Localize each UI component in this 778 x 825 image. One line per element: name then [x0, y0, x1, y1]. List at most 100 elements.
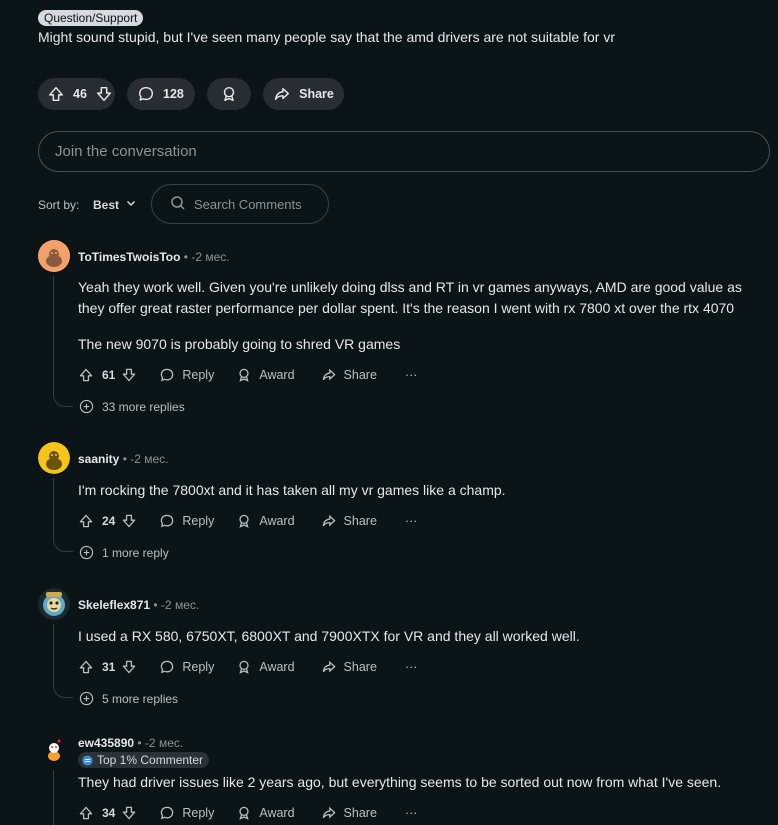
upvote-icon[interactable]: [78, 805, 94, 821]
downvote-icon[interactable]: [121, 367, 137, 383]
comment-icon: [161, 660, 174, 674]
avatar[interactable]: [38, 442, 70, 474]
share-button[interactable]: Share: [321, 513, 377, 529]
comment-score: 24: [102, 514, 116, 528]
share-button[interactable]: Share: [321, 367, 377, 383]
downvote-icon[interactable]: [121, 659, 137, 675]
reply-button[interactable]: Reply: [159, 513, 214, 529]
share-label: Share: [343, 806, 377, 820]
more-options-icon[interactable]: ···: [405, 806, 418, 820]
thread-hook: [53, 540, 73, 552]
award-button[interactable]: Award: [236, 367, 295, 383]
award-icon: [239, 368, 249, 382]
reply-button[interactable]: Reply: [159, 805, 214, 821]
avatar[interactable]: [38, 240, 70, 272]
comment-actions: 61 Reply Award Share ···: [78, 365, 417, 385]
comment-icon: [161, 514, 174, 528]
reply-label: Reply: [182, 368, 215, 382]
comment-author[interactable]: saanity: [78, 452, 119, 466]
more-replies-link[interactable]: 5 more replies: [79, 691, 178, 706]
share-button[interactable]: Share: [321, 659, 377, 675]
top-commenter-badge: Top 1% Commenter: [78, 752, 210, 768]
plus-circle-icon: [79, 399, 94, 414]
comment-score: 34: [102, 806, 116, 820]
badge-label: Top 1% Commenter: [97, 753, 204, 767]
thread-line: [53, 770, 54, 825]
comment-author[interactable]: Skeleflex871: [78, 598, 150, 612]
avatar[interactable]: [38, 588, 70, 620]
more-replies-label: 33 more replies: [102, 399, 185, 414]
share-label: Share: [343, 660, 377, 674]
reply-button[interactable]: Reply: [159, 659, 214, 675]
join-conversation-input[interactable]: Join the conversation: [38, 131, 770, 172]
post-flair[interactable]: Question/Support: [38, 10, 144, 26]
plus-circle-icon: [79, 691, 94, 706]
comment-time: -2 мес.: [144, 736, 184, 750]
search-placeholder: Search Comments: [194, 196, 302, 212]
share-label: Share: [343, 368, 377, 382]
share-icon: [322, 514, 336, 527]
comment-meta: Skeleflex871 • -2 мес.: [78, 598, 200, 612]
comment-actions: 31 Reply Award Share ···: [78, 657, 417, 677]
share-label: Share: [343, 514, 377, 528]
plus-circle-icon: [79, 545, 94, 560]
award-label: Award: [259, 806, 295, 820]
upvote-icon[interactable]: [78, 513, 94, 529]
award-icon: [239, 660, 249, 674]
reply-label: Reply: [182, 660, 215, 674]
award-label: Award: [259, 660, 295, 674]
award-label: Award: [259, 368, 295, 382]
upvote-icon[interactable]: [78, 367, 94, 383]
comment-icon: [137, 85, 155, 103]
post-share-button[interactable]: Share: [263, 78, 344, 110]
downvote-icon[interactable]: [95, 85, 113, 103]
badge-icon: [82, 754, 93, 766]
more-options-icon[interactable]: ···: [405, 660, 418, 674]
sort-label: Sort by:: [38, 198, 80, 212]
upvote-icon[interactable]: [78, 659, 94, 675]
share-icon: [322, 806, 336, 819]
more-replies-label: 1 more reply: [102, 545, 169, 560]
post-score: 46: [73, 87, 87, 101]
comment-meta: ToTimesTwoisToo • -2 мес.: [78, 250, 230, 264]
search-comments-input[interactable]: Search Comments: [151, 184, 329, 224]
search-icon: [170, 195, 186, 214]
more-options-icon[interactable]: ···: [405, 368, 418, 382]
share-icon: [322, 660, 336, 673]
upvote-icon[interactable]: [47, 85, 65, 103]
downvote-icon[interactable]: [121, 805, 137, 821]
reply-label: Reply: [182, 514, 215, 528]
thread-line: [53, 478, 54, 540]
thread-hook: [53, 686, 73, 698]
thread-page: Question/Support Might sound stupid, but…: [0, 0, 778, 825]
award-button[interactable]: Award: [236, 659, 295, 675]
reply-button[interactable]: Reply: [159, 367, 214, 383]
comment-author[interactable]: ToTimesTwoisToo: [78, 250, 180, 264]
comment-icon: [161, 806, 174, 820]
comment-meta: ew435890 • -2 мес.: [78, 736, 184, 750]
sort-dropdown[interactable]: Best: [93, 197, 137, 212]
more-options-icon[interactable]: ···: [405, 514, 418, 528]
award-button[interactable]: Award: [236, 513, 295, 529]
share-icon: [322, 368, 336, 381]
more-replies-link[interactable]: 1 more reply: [79, 545, 169, 560]
award-icon: [239, 806, 249, 820]
comment-score: 61: [102, 368, 116, 382]
post-vote-control: 46: [38, 78, 115, 110]
thread-line: [53, 624, 54, 686]
comment-meta: saanity • -2 мес.: [78, 452, 169, 466]
thread-hook: [53, 395, 73, 407]
downvote-icon[interactable]: [121, 513, 137, 529]
share-button[interactable]: Share: [321, 805, 377, 821]
comment-author[interactable]: ew435890: [78, 736, 134, 750]
post-body: Might sound stupid, but I've seen many p…: [38, 29, 615, 45]
chevron-down-icon: [125, 197, 137, 212]
award-button[interactable]: Award: [236, 805, 295, 821]
more-replies-link[interactable]: 33 more replies: [79, 399, 185, 414]
post-award-button[interactable]: [207, 78, 251, 110]
comment-text: I'm rocking the 7800xt and it has taken …: [78, 482, 506, 498]
avatar[interactable]: [38, 734, 70, 766]
comment-time: -2 мес.: [130, 452, 169, 466]
post-comments-button[interactable]: 128: [127, 78, 195, 110]
comment-icon: [161, 368, 174, 382]
